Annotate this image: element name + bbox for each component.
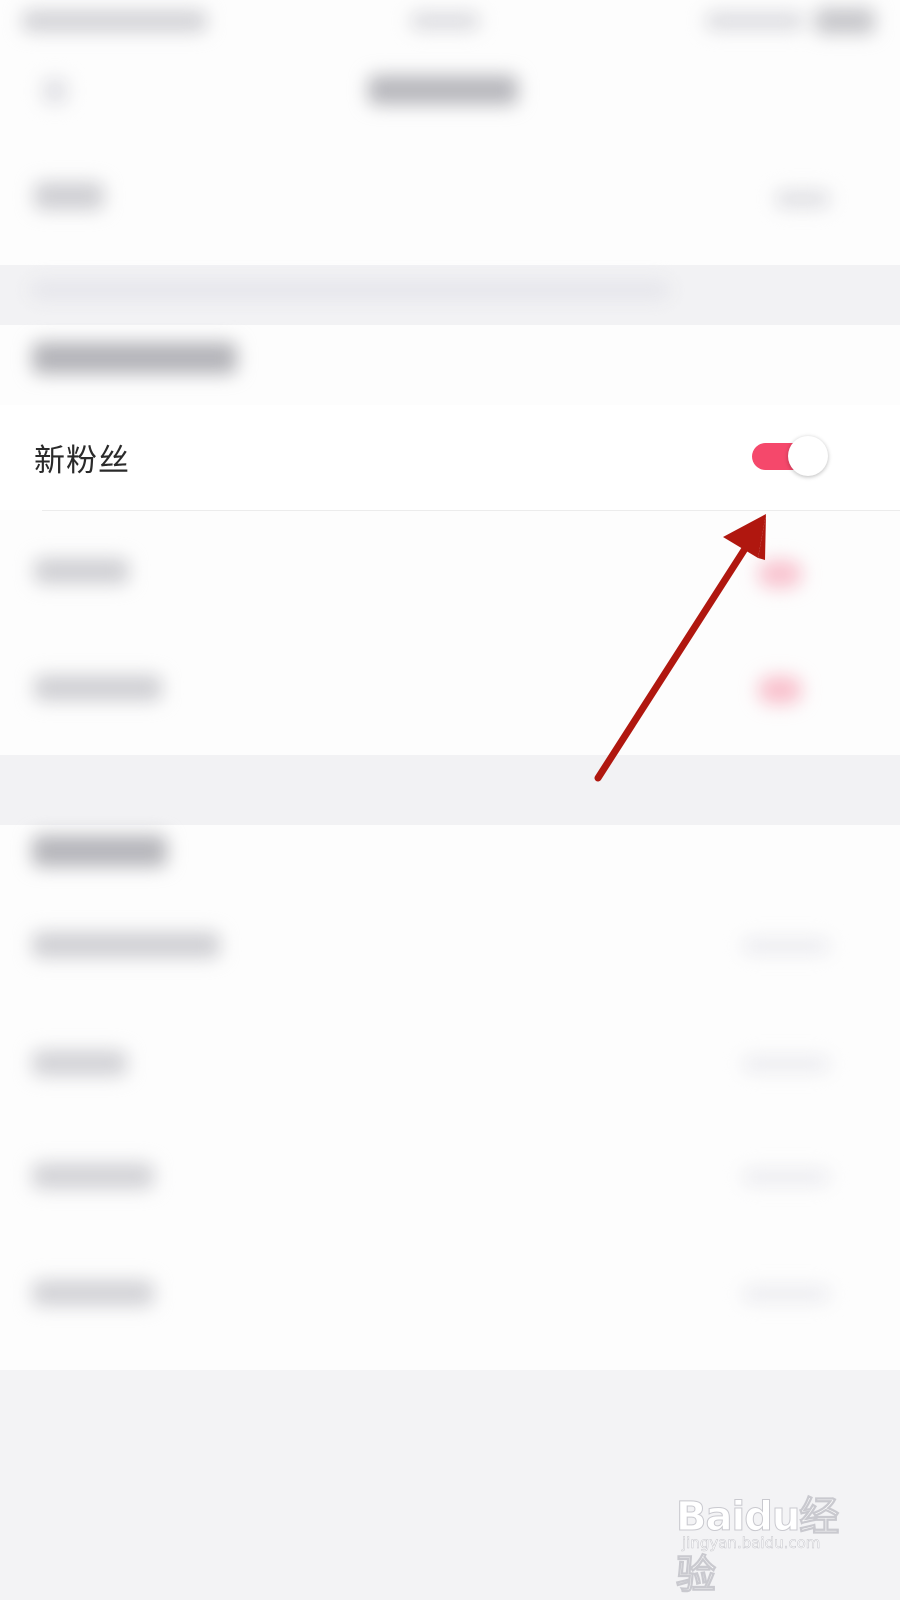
- new-follower-label: 新粉丝: [34, 443, 130, 479]
- toggle-knob: [788, 436, 828, 476]
- watermark-url: jingyan.baidu.com: [682, 1534, 821, 1553]
- row-divider: [42, 510, 900, 511]
- blurred-content: [0, 0, 900, 1600]
- new-follower-toggle[interactable]: [752, 436, 828, 476]
- watermark-logo: Baidu经验 jingyan.baidu.com: [676, 1470, 846, 1599]
